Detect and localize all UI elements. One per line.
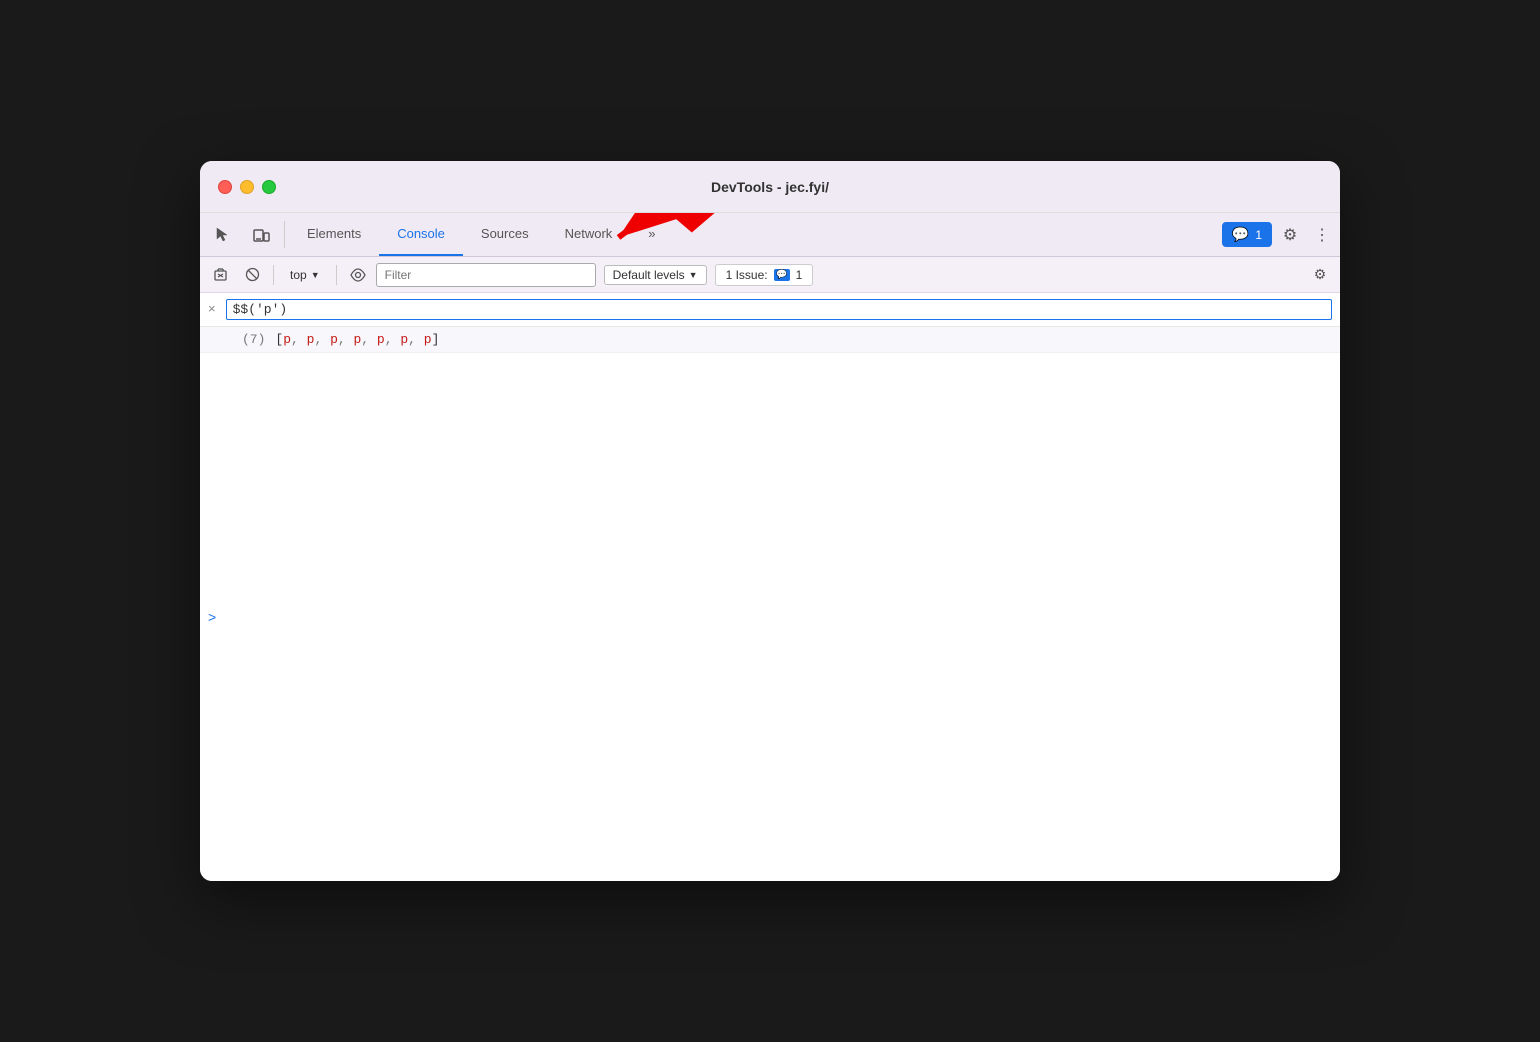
cursor-icon [214, 226, 232, 244]
issues-badge-button[interactable]: 💬 1 [1222, 222, 1272, 247]
console-settings-button[interactable]: ⚙ [1306, 262, 1334, 288]
settings-button[interactable]: ⚙ [1274, 219, 1306, 251]
result-value: [p, p, p, p, p, p, p] [275, 332, 439, 347]
toolbar-divider-1 [284, 221, 285, 248]
console-gear-icon: ⚙ [1314, 266, 1327, 283]
maximize-button[interactable] [262, 180, 276, 194]
console-prompt-row: > [200, 353, 1340, 881]
console-content: × (7) [p, p, p, p, p, p, p] > [200, 293, 1340, 881]
more-icon: ⋮ [1314, 225, 1330, 245]
default-levels-button[interactable]: Default levels ▼ [604, 265, 707, 285]
chat-icon: 💬 [1232, 226, 1249, 243]
console-input-row: × [200, 293, 1340, 327]
clear-console-button[interactable] [206, 262, 234, 288]
prompt-chevron[interactable]: > [208, 609, 216, 625]
inspect-element-button[interactable] [204, 213, 242, 256]
tab-console[interactable]: Console [379, 213, 463, 256]
result-count: (7) [242, 332, 265, 347]
close-button[interactable] [218, 180, 232, 194]
tab-network[interactable]: Network [547, 213, 631, 256]
console-input[interactable] [226, 299, 1332, 320]
gear-icon: ⚙ [1283, 225, 1297, 245]
main-toolbar: Elements Console Sources Network » 💬 1 ⚙ [200, 213, 1340, 257]
console-input-clear-button[interactable]: × [208, 299, 216, 316]
window-controls [218, 180, 276, 194]
chevron-down-icon: ▼ [311, 270, 320, 280]
tab-sources[interactable]: Sources [463, 213, 547, 256]
minimize-button[interactable] [240, 180, 254, 194]
block-network-button[interactable] [238, 262, 266, 288]
toolbar-right-controls: 💬 1 ⚙ ⋮ [1222, 213, 1336, 256]
issue-chat-icon: 💬 [774, 269, 790, 281]
eye-icon [349, 268, 367, 282]
device-icon [252, 226, 270, 244]
levels-chevron-icon: ▼ [689, 270, 698, 280]
device-toolbar-button[interactable] [242, 213, 280, 256]
tab-more[interactable]: » [630, 213, 673, 256]
title-bar: DevTools - jec.fyi/ [200, 161, 1340, 213]
window-title: DevTools - jec.fyi/ [711, 179, 829, 195]
tab-list: Elements Console Sources Network » [289, 213, 1222, 256]
context-selector[interactable]: top ▼ [281, 265, 329, 285]
issue-badge-button[interactable]: 1 Issue: 💬 1 [715, 264, 814, 286]
filter-input[interactable] [376, 263, 596, 287]
live-expressions-button[interactable] [344, 262, 372, 288]
more-menu-button[interactable]: ⋮ [1308, 219, 1336, 251]
clear-console-icon [213, 267, 228, 282]
block-icon [245, 267, 260, 282]
devtools-window: DevTools - jec.fyi/ Elements Console [200, 161, 1340, 881]
console-divider-2 [336, 265, 337, 285]
tab-elements[interactable]: Elements [289, 213, 379, 256]
console-toolbar: top ▼ Default levels ▼ 1 Issue: 💬 1 ⚙ [200, 257, 1340, 293]
console-result-row: (7) [p, p, p, p, p, p, p] [200, 327, 1340, 353]
console-divider-1 [273, 265, 274, 285]
